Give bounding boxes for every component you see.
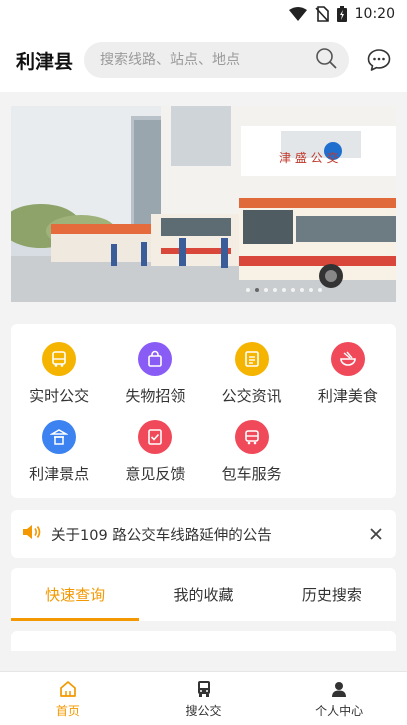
header: 利津县 [0,28,407,92]
nav-label: 个人中心 [315,703,364,718]
carousel-indicator [11,288,396,292]
bowl-icon [330,342,365,376]
service-food[interactable]: 利津美食 [300,342,396,406]
carousel-dot[interactable] [263,288,268,292]
bus-icon [42,342,77,376]
carousel-dot[interactable] [317,288,322,292]
banner-carousel[interactable]: 津 盛 公 交 [11,106,396,302]
carousel-dot[interactable] [308,288,313,292]
service-lost-found[interactable]: 失物招领 [107,342,203,406]
service-attractions[interactable]: 利津景点 [11,420,107,484]
carousel-dot[interactable] [254,288,259,292]
nav-search-bus[interactable]: 搜公交 [136,672,272,725]
service-feedback[interactable]: 意见反馈 [107,420,203,484]
service-label: 失物招领 [125,387,186,405]
carousel-dot[interactable] [290,288,295,292]
tab-favorites[interactable]: 我的收藏 [139,568,267,621]
clock: 10:20 [354,6,395,22]
no-sim-icon [315,6,329,22]
service-charter[interactable]: 包车服务 [204,420,300,484]
search-bar[interactable] [84,42,349,78]
query-tabs: 快速查询 我的收藏 历史搜索 [11,568,396,621]
notice-bar[interactable]: 关于109 路公交车线路延伸的公告 [11,510,396,558]
svg-text:津 盛 公 交: 津 盛 公 交 [279,150,338,165]
carousel-dot[interactable] [299,288,304,292]
feedback-icon [138,420,173,454]
service-label: 利津美食 [317,387,378,405]
service-label: 包车服务 [221,465,282,483]
wifi-icon [288,7,307,21]
tab-quick-query[interactable]: 快速查询 [11,568,140,621]
home-icon [59,680,76,697]
service-realtime-bus[interactable]: 实时公交 [11,342,107,406]
service-grid: 实时公交 失物招领 公交资讯 利津美食 利津景点 意见反馈 包车服务 [11,324,396,498]
notice-text[interactable]: 关于109 路公交车线路延伸的公告 [51,524,368,545]
carousel-dot[interactable] [245,288,250,292]
chat-bubble-icon [367,49,391,71]
search-input[interactable] [100,52,315,68]
charter-bus-icon [234,420,269,454]
tab-history[interactable]: 历史搜索 [268,568,396,621]
city-selector[interactable]: 利津县 [16,47,84,74]
bag-icon [138,342,173,376]
service-label: 意见反馈 [125,465,186,483]
search-icon[interactable] [315,47,337,73]
news-icon [234,342,269,376]
tab-content [11,631,396,651]
status-bar: 10:20 [0,0,407,28]
banner-image: 津 盛 公 交 [11,106,396,302]
battery-icon [336,6,347,22]
nav-label: 搜公交 [185,703,222,718]
service-label: 实时公交 [29,387,90,405]
nav-home[interactable]: 首页 [0,672,136,725]
bus-icon [197,680,210,697]
service-label: 利津景点 [29,465,90,483]
person-icon [332,681,347,697]
close-icon[interactable] [368,526,384,542]
message-button[interactable] [365,46,393,74]
nav-label: 首页 [55,703,80,718]
speaker-icon [21,523,43,545]
nav-profile[interactable]: 个人中心 [271,672,407,725]
carousel-dot[interactable] [281,288,286,292]
service-label: 公交资讯 [221,387,282,405]
carousel-dot[interactable] [272,288,277,292]
bottom-nav: 首页 搜公交 个人中心 [0,671,407,725]
service-bus-news[interactable]: 公交资讯 [204,342,300,406]
pagoda-icon [42,420,77,454]
